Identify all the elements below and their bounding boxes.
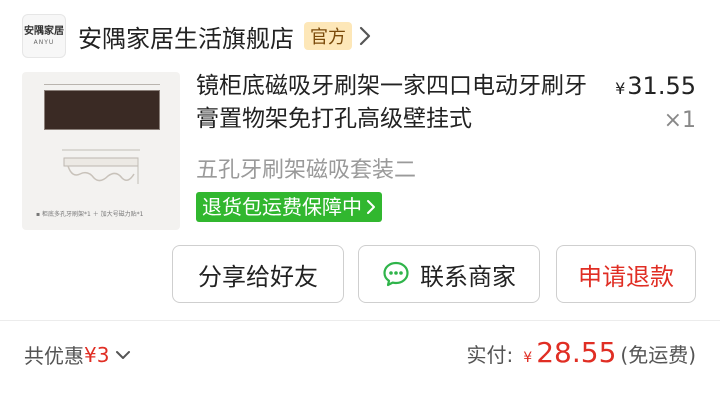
price-currency: ¥ — [615, 79, 626, 98]
store-logo-subtext: ANYU — [33, 38, 55, 46]
return-shipping-guarantee-badge[interactable]: 退货包运费保障中 — [196, 192, 382, 222]
chat-bubble-icon — [383, 261, 409, 287]
product-spec: 五孔牙刷架磁吸套装二 — [196, 158, 417, 183]
dimension-line — [44, 84, 160, 85]
paid-label: 实付: — [466, 343, 514, 367]
price-value: 31.55 — [627, 72, 696, 100]
product-title[interactable]: 镜柜底磁吸牙刷架一家四口电动牙刷牙膏置物架免打孔高级壁挂式 — [196, 70, 596, 136]
contact-seller-button[interactable]: 联系商家 — [358, 245, 540, 303]
magnetic-panel-illustration — [44, 90, 160, 130]
chevron-right-icon[interactable] — [358, 25, 372, 47]
chevron-right-icon — [367, 200, 375, 214]
contact-seller-label: 联系商家 — [420, 262, 516, 291]
share-button-label: 分享给好友 — [198, 262, 318, 291]
guarantee-label: 退货包运费保障中 — [202, 195, 362, 219]
paid-amount: 28.55 — [536, 336, 617, 369]
store-logo[interactable]: 安隅家居 ANYU — [22, 14, 66, 58]
request-refund-label: 申请退款 — [578, 262, 674, 291]
store-header[interactable]: 安隅家居 ANYU 安隅家居生活旗舰店 官方 — [22, 14, 372, 58]
official-badge: 官方 — [304, 22, 352, 50]
paid-currency: ¥ — [523, 350, 533, 366]
item-price: ¥31.55 — [615, 72, 696, 100]
image-caption: ▪ 柜底多孔牙刷架*1 ＋ 加大号磁力贴*1 — [36, 211, 144, 218]
item-quantity: ×1 — [663, 108, 696, 133]
chevron-down-icon — [116, 350, 131, 359]
product-image[interactable]: ▪ 柜底多孔牙刷架*1 ＋ 加大号磁力贴*1 — [22, 72, 180, 230]
section-divider — [0, 320, 720, 321]
store-name[interactable]: 安隅家居生活旗舰店 — [78, 19, 294, 54]
amount-paid: 实付: ¥ 28.55 (免运费) — [467, 336, 696, 369]
share-button[interactable]: 分享给好友 — [172, 245, 344, 303]
discount-label: 共优惠 — [24, 344, 84, 368]
discount-amount: ¥3 — [84, 342, 110, 367]
request-refund-button[interactable]: 申请退款 — [556, 245, 696, 303]
store-logo-text: 安隅家居 — [24, 25, 64, 37]
shipping-note: (免运费) — [620, 343, 696, 367]
toothbrush-rack-illustration — [62, 149, 140, 184]
discount-summary[interactable]: 共优惠 ¥3 — [24, 340, 131, 369]
